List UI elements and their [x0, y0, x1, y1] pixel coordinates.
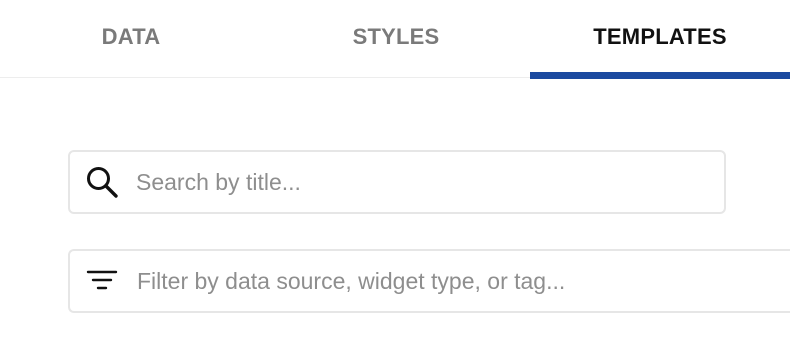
filter-field[interactable]	[68, 249, 790, 313]
tab-data-label: DATA	[101, 24, 161, 49]
search-icon	[85, 165, 119, 199]
tab-styles[interactable]: STYLES	[262, 0, 530, 78]
tab-data[interactable]: DATA	[0, 0, 262, 78]
search-field[interactable]	[68, 150, 726, 214]
search-input[interactable]	[136, 168, 676, 196]
templates-panel: DATA STYLES TEMPLATES	[0, 0, 790, 340]
tab-styles-label: STYLES	[352, 24, 440, 49]
filter-input[interactable]	[137, 267, 737, 295]
tab-templates[interactable]: TEMPLATES	[530, 0, 790, 79]
filter-icon	[85, 264, 119, 298]
tab-bar: DATA STYLES TEMPLATES	[0, 0, 790, 79]
tab-templates-label: TEMPLATES	[593, 24, 727, 49]
active-tab-indicator	[530, 72, 790, 79]
